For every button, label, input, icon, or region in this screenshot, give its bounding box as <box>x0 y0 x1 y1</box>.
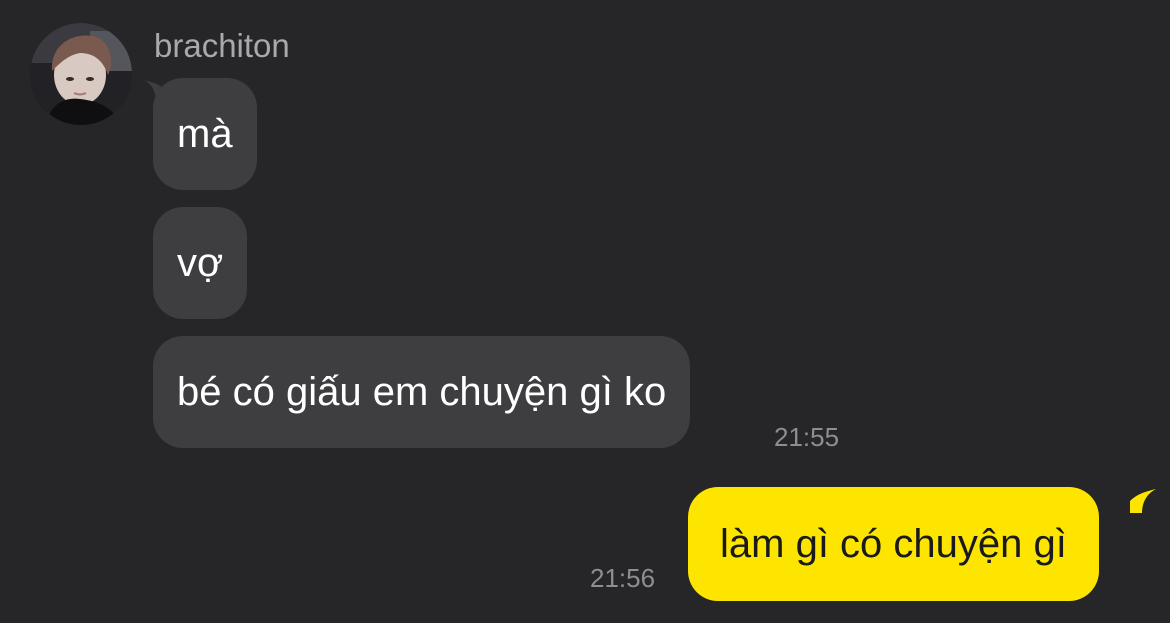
incoming-message-bubble[interactable]: bé có giấu em chuyện gì ko <box>153 336 691 448</box>
message-text: bé có giấu em chuyện gì ko <box>177 370 667 414</box>
incoming-message-bubble[interactable]: mà <box>153 78 257 190</box>
outgoing-bubble-tail <box>1130 489 1156 513</box>
avatar-photo-icon <box>30 23 132 125</box>
message-text: mà <box>177 112 233 156</box>
outgoing-message-bubble[interactable]: làm gì có chuyện gì <box>688 487 1099 601</box>
chat-view: brachiton mà vợ bé có giấu em chuyện gì … <box>0 0 1170 623</box>
sender-avatar[interactable] <box>30 23 132 125</box>
message-text: vợ <box>177 241 224 285</box>
incoming-message-bubble[interactable]: vợ <box>153 207 248 319</box>
message-timestamp: 21:56 <box>590 563 656 593</box>
sender-name[interactable]: brachiton <box>154 26 290 66</box>
message-timestamp: 21:55 <box>774 422 840 452</box>
message-text: làm gì có chuyện gì <box>720 522 1067 566</box>
